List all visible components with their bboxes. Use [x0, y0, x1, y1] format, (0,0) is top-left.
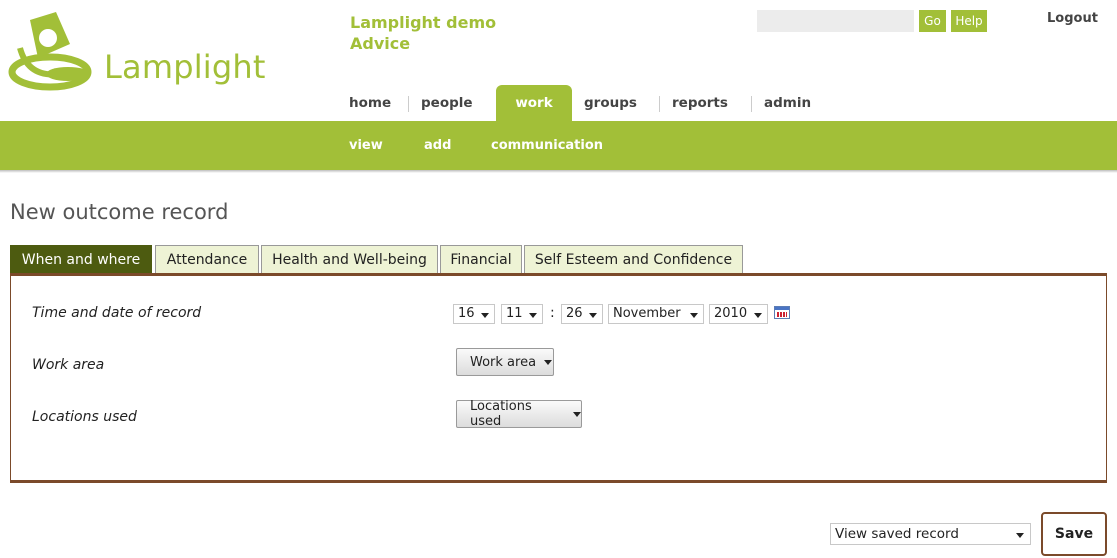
organisation-name: Lamplight demo Advice: [350, 12, 496, 54]
month-select[interactable]: November: [608, 304, 704, 324]
chevron-down-icon: [529, 313, 537, 318]
day-value: 16: [458, 306, 475, 321]
help-button[interactable]: Help: [951, 10, 987, 32]
subnav-communication[interactable]: communication: [491, 138, 603, 153]
lamp-icon: [8, 12, 92, 91]
nav-people[interactable]: people: [409, 85, 496, 121]
minute-value: 26: [566, 306, 583, 321]
logout-link[interactable]: Logout: [1047, 11, 1098, 26]
tab-when-and-where[interactable]: When and where: [10, 245, 152, 273]
calendar-icon[interactable]: [774, 306, 790, 319]
work-area-button-label: Work area: [470, 354, 537, 370]
tab-self-esteem-and-confidence[interactable]: Self Esteem and Confidence: [524, 245, 743, 273]
time-date-label: Time and date of record: [32, 305, 202, 321]
locations-used-label: Locations used: [32, 409, 137, 425]
chevron-down-icon: [754, 313, 762, 318]
save-button[interactable]: Save: [1041, 512, 1107, 556]
work-area-dropdown-button[interactable]: Work area: [456, 348, 554, 376]
after-save-select[interactable]: View saved record: [830, 523, 1031, 545]
tab-financial[interactable]: Financial: [440, 245, 522, 273]
nav-groups[interactable]: groups: [572, 85, 660, 121]
go-button[interactable]: Go: [919, 10, 946, 32]
search-input[interactable]: [757, 10, 914, 32]
chevron-down-icon: [1016, 533, 1024, 538]
chevron-down-icon: [690, 313, 698, 318]
chevron-down-icon: [573, 411, 581, 417]
locations-used-dropdown-button[interactable]: Locations used: [456, 399, 582, 429]
lamplight-logo[interactable]: Lamplight: [8, 8, 278, 98]
tab-attendance[interactable]: Attendance: [155, 245, 259, 273]
subnav-add[interactable]: add: [424, 138, 451, 153]
day-select[interactable]: 16: [453, 304, 495, 324]
year-select[interactable]: 2010: [709, 304, 768, 324]
hour-select[interactable]: 11: [501, 304, 543, 324]
nav-reports[interactable]: reports: [660, 85, 752, 121]
org-name-line2: Advice: [350, 34, 411, 53]
year-value: 2010: [714, 306, 748, 321]
org-name-line1: Lamplight demo: [350, 13, 497, 32]
nav-work[interactable]: work: [496, 85, 572, 121]
main-navigation: home people work groups reports admin: [337, 85, 834, 121]
divider: [0, 170, 1117, 173]
time-separator: :: [550, 305, 555, 321]
chevron-down-icon: [544, 359, 553, 365]
chevron-down-icon: [589, 313, 597, 318]
logo-text: Lamplight: [104, 48, 266, 86]
after-save-value: View saved record: [835, 526, 959, 542]
subnav-view[interactable]: view: [349, 138, 383, 153]
hour-value: 11: [506, 306, 523, 321]
nav-admin[interactable]: admin: [752, 85, 834, 121]
chevron-down-icon: [481, 313, 489, 318]
minute-select[interactable]: 26: [561, 304, 603, 324]
work-area-label: Work area: [32, 357, 105, 373]
month-value: November: [613, 306, 681, 321]
locations-used-button-label: Locations used: [470, 399, 532, 429]
nav-home[interactable]: home: [337, 85, 409, 121]
tab-health-and-well-being[interactable]: Health and Well-being: [261, 245, 438, 273]
page-title: New outcome record: [10, 200, 229, 224]
